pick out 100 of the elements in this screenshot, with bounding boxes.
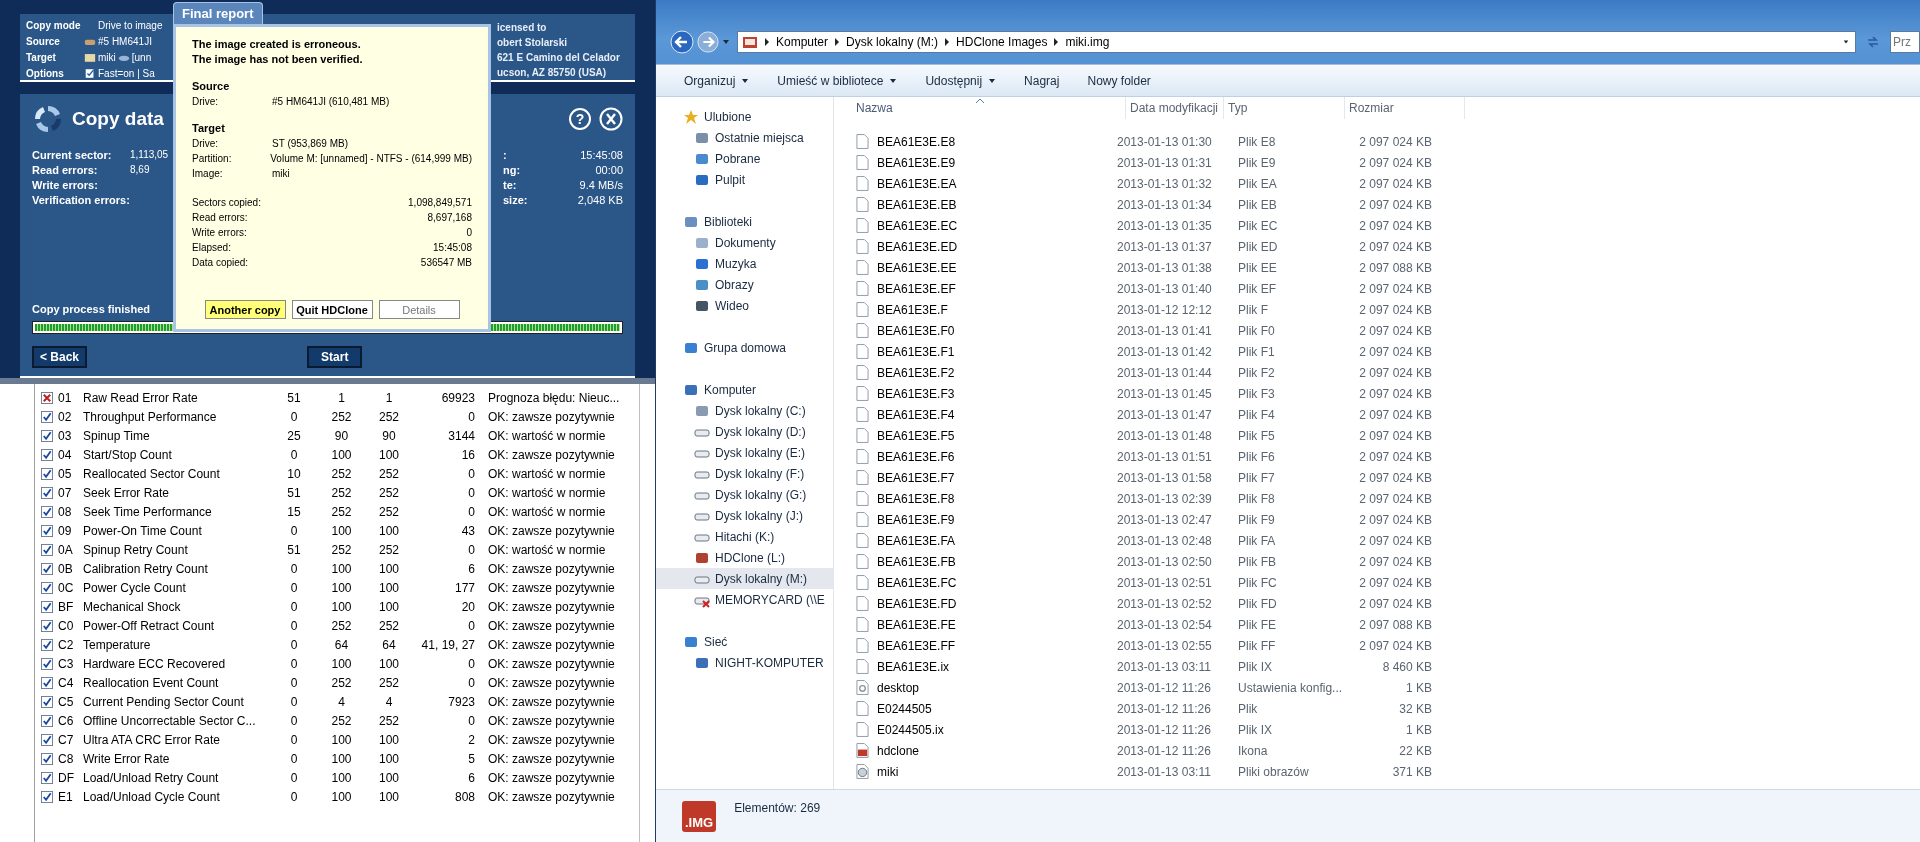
file-name[interactable]: BEA61E3E.ix xyxy=(877,659,1117,674)
file-name[interactable]: BEA61E3E.EC xyxy=(877,218,1117,233)
nav-item[interactable]: Dysk lokalny (F:) xyxy=(656,463,833,484)
file-name[interactable]: miki xyxy=(877,764,1117,779)
file-icon xyxy=(856,239,869,254)
nav-item[interactable]: NIGHT-KOMPUTER xyxy=(656,652,833,673)
table-cell-text: 100 xyxy=(378,770,400,785)
table-cell-text: 0 xyxy=(467,485,475,500)
nav-item[interactable]: Muzyka xyxy=(656,253,833,274)
nav-item[interactable]: Pobrane xyxy=(656,148,833,169)
file-name[interactable]: BEA61E3E.EE xyxy=(877,260,1117,275)
file-name[interactable]: BEA61E3E.F9 xyxy=(877,512,1117,527)
file-name[interactable]: BEA61E3E.FD xyxy=(877,596,1117,611)
file-name[interactable]: BEA61E3E.F2 xyxy=(877,365,1117,380)
file-size: 2 097 024 KB xyxy=(1358,386,1432,401)
breadcrumb-item[interactable]: Komputer xyxy=(776,35,829,49)
file-name[interactable]: BEA61E3E.F4 xyxy=(877,407,1117,422)
nav-item[interactable]: Dysk lokalny (C:) xyxy=(656,400,833,421)
nav-item[interactable]: Dysk lokalny (J:) xyxy=(656,505,833,526)
table-cell-text: Throughput Performance xyxy=(83,409,218,424)
table-cell-text: 5 xyxy=(467,751,475,766)
file-type: Plik F0 xyxy=(1238,323,1276,338)
nav-item[interactable]: Ulubione xyxy=(656,106,833,127)
search-field[interactable]: Prz xyxy=(1890,31,1920,53)
nav-item[interactable]: Sieć xyxy=(656,631,833,652)
column-header[interactable]: Data modyfikacji xyxy=(1126,97,1224,119)
column-header[interactable]: Typ xyxy=(1224,97,1345,119)
table-cell-text: 252 xyxy=(378,485,400,500)
file-name[interactable]: BEA61E3E.F xyxy=(877,302,1117,317)
nav-item[interactable]: Dysk lokalny (E:) xyxy=(656,442,833,463)
file-size: 2 097 024 KB xyxy=(1358,218,1432,233)
table-cell-text: 100 xyxy=(330,789,353,804)
nav-item[interactable]: Grupa domowa xyxy=(656,337,833,358)
table-cell-text: 0 xyxy=(289,523,299,538)
toolbar-button[interactable]: Nowy folder xyxy=(1077,70,1161,91)
toolbar-button[interactable]: Nagraj xyxy=(1014,70,1070,91)
nav-item[interactable]: Ostatnie miejsca xyxy=(656,127,833,148)
file-name[interactable]: BEA61E3E.EF xyxy=(877,281,1117,296)
table-cell-text: 0 xyxy=(289,637,299,652)
column-header[interactable]: Rozmiar xyxy=(1345,97,1465,119)
file-name[interactable]: BEA61E3E.F6 xyxy=(877,449,1117,464)
table-cell-text: OK: zawsze pozytywnie xyxy=(487,599,616,614)
image-file-icon: .IMG xyxy=(682,800,717,832)
file-size: 371 KB xyxy=(1391,764,1432,779)
stat-label: Read errors: xyxy=(32,163,99,177)
file-name[interactable]: BEA61E3E.FB xyxy=(877,554,1117,569)
file-name[interactable]: BEA61E3E.FE xyxy=(877,617,1117,632)
file-icon xyxy=(856,659,869,674)
file-name[interactable]: BEA61E3E.F3 xyxy=(877,386,1117,401)
file-name[interactable]: desktop xyxy=(877,680,1117,695)
nav-item[interactable]: Dysk lokalny (D:) xyxy=(656,421,833,442)
file-name[interactable]: BEA61E3E.E8 xyxy=(877,134,1117,149)
table-cell-text: 100 xyxy=(330,732,353,747)
nav-item[interactable]: Dysk lokalny (G:) xyxy=(656,484,833,505)
file-name[interactable]: BEA61E3E.F1 xyxy=(877,344,1117,359)
column-header[interactable]: Nazwa xyxy=(852,97,1126,119)
file-name[interactable]: BEA61E3E.FC xyxy=(877,575,1117,590)
nav-item[interactable]: Hitachi (K:) xyxy=(656,526,833,547)
start-button[interactable]: Start xyxy=(307,346,363,368)
file-name[interactable]: BEA61E3E.EB xyxy=(877,197,1117,212)
file-size: 2 097 024 KB xyxy=(1358,176,1432,191)
file-name[interactable]: BEA61E3E.E9 xyxy=(877,155,1117,170)
dialog-button[interactable]: Another copy xyxy=(204,300,286,319)
file-name[interactable]: BEA61E3E.FF xyxy=(877,638,1117,653)
nav-item[interactable]: MEMORYCARD (\\E xyxy=(656,589,833,610)
breadcrumb-item[interactable]: Dysk lokalny (M:) xyxy=(846,35,939,49)
file-name[interactable]: BEA61E3E.FA xyxy=(877,533,1117,548)
nav-item[interactable]: HDClone (L:) xyxy=(656,547,833,568)
info-label: Source xyxy=(26,35,61,49)
dialog-tab[interactable]: Final report xyxy=(173,2,263,24)
nav-item[interactable]: Dysk lokalny (M:) xyxy=(656,568,833,589)
nav-item[interactable]: Obrazy xyxy=(656,274,833,295)
file-name[interactable]: BEA61E3E.F0 xyxy=(877,323,1117,338)
file-name[interactable]: BEA61E3E.ED xyxy=(877,239,1117,254)
nav-item[interactable]: Komputer xyxy=(656,379,833,400)
file-name[interactable]: BEA61E3E.F8 xyxy=(877,491,1117,506)
file-type: Plik EA xyxy=(1238,176,1278,191)
breadcrumb-item[interactable]: miki.img xyxy=(1065,35,1110,49)
nav-item[interactable]: Dokumenty xyxy=(656,232,833,253)
file-date: 2013-01-13 01:40 xyxy=(1117,281,1213,296)
address-bar[interactable]: Komputer Dysk lokalny (M:) HDClone Images miki.img xyxy=(737,31,1856,53)
nav-item[interactable]: Pulpit xyxy=(656,169,833,190)
nav-item[interactable]: Wideo xyxy=(656,295,833,316)
caret-icon[interactable] xyxy=(1843,38,1849,46)
nav-item[interactable]: Biblioteki xyxy=(656,211,833,232)
file-name[interactable]: hdclone xyxy=(877,743,1117,758)
toolbar-button[interactable]: Udostępnij xyxy=(915,70,1007,91)
toolbar-button[interactable]: Organizuj xyxy=(674,70,760,91)
close-icon[interactable] xyxy=(599,107,623,131)
file-name[interactable]: BEA61E3E.EA xyxy=(877,176,1117,191)
dialog-button[interactable]: Quit HDClone xyxy=(291,300,373,319)
file-name[interactable]: E0244505.ix xyxy=(877,722,1117,737)
file-name[interactable]: E0244505 xyxy=(877,701,1117,716)
file-icon xyxy=(856,197,869,212)
file-name[interactable]: BEA61E3E.F7 xyxy=(877,470,1117,485)
toolbar-button[interactable]: Umieść w bibliotece xyxy=(767,70,908,91)
file-name[interactable]: BEA61E3E.F5 xyxy=(877,428,1117,443)
breadcrumb-item[interactable]: HDClone Images xyxy=(956,35,1048,49)
help-button[interactable]: ? xyxy=(569,108,591,130)
back-button[interactable]: < Back xyxy=(32,346,88,368)
